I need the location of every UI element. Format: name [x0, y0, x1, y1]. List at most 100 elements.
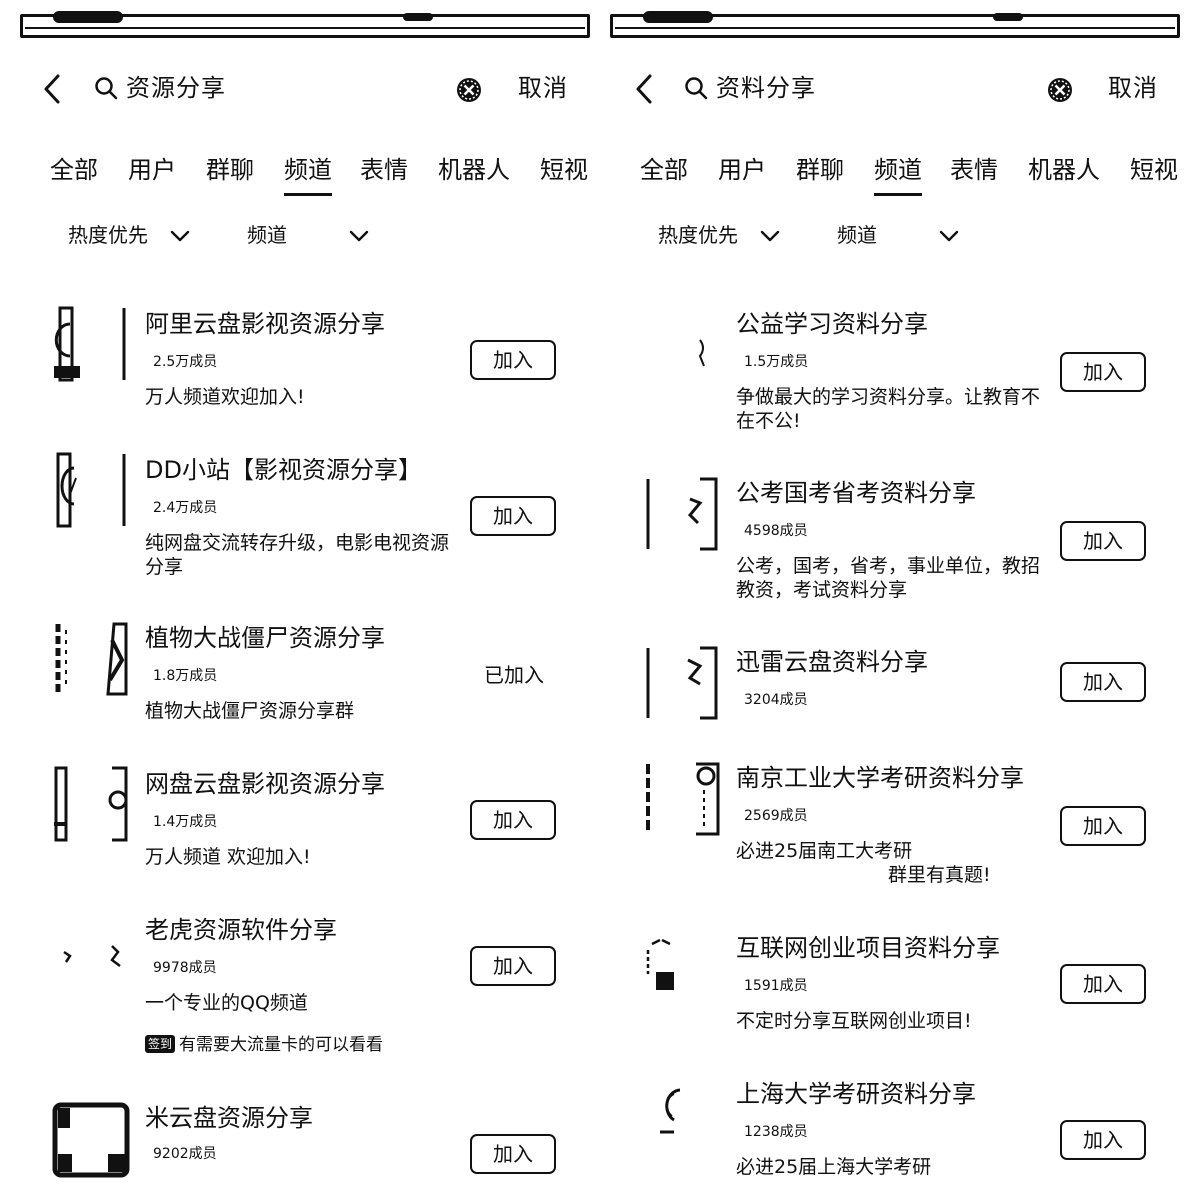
channel-title: 米云盘资源分享: [145, 1104, 313, 1132]
join-button[interactable]: 加入: [1060, 964, 1146, 1004]
channel-title: 互联网创业项目资料分享: [736, 934, 1000, 962]
tag-text: 有需要大流量卡的可以看看: [179, 1035, 384, 1055]
channel-description: 不定时分享互联网创业项目!: [736, 1010, 972, 1032]
channel-avatar: [646, 938, 674, 990]
channel-avatar: [698, 339, 705, 367]
joined-status: 已加入: [484, 663, 544, 687]
chevron-down-icon[interactable]: [758, 224, 782, 248]
channel-description: 植物大战僵尸资源分享群: [145, 700, 355, 722]
channel-avatar: [56, 452, 126, 528]
left-search-panel: 资源分享 取消 全部 用户 群聊 频道 表情 机器人 短视 热度优先 频道 阿里…: [0, 0, 590, 1200]
channel-title: 公考国考省考资料分享: [736, 479, 976, 507]
channel-description-line2: 群里有真题!: [888, 864, 991, 886]
channel-title: 迅雷云盘资料分享: [736, 648, 928, 676]
channel-avatar: [52, 1102, 130, 1178]
back-arrow-icon[interactable]: [630, 72, 660, 106]
channel-title: 公益学习资料分享: [736, 310, 928, 338]
channel-avatar: [54, 306, 126, 382]
tab-users[interactable]: 用户: [718, 150, 766, 190]
tab-channels[interactable]: 频道: [874, 150, 922, 196]
channel-description: 必进25届南工大考研: [736, 840, 913, 862]
sort-filter[interactable]: 热度优先: [658, 220, 738, 250]
chevron-down-icon[interactable]: [347, 224, 371, 248]
join-button[interactable]: 加入: [470, 800, 556, 840]
channel-title: 网盘云盘影视资源分享: [145, 770, 385, 798]
type-filter[interactable]: 频道: [247, 220, 287, 250]
sort-filter[interactable]: 热度优先: [68, 220, 148, 250]
tab-users[interactable]: 用户: [128, 150, 176, 190]
channel-description: 一个专业的QQ频道: [145, 992, 308, 1014]
channel-description: 万人频道欢迎加入!: [145, 386, 305, 408]
tab-bots[interactable]: 机器人: [1028, 150, 1100, 190]
filter-bar: 热度优先 频道: [0, 220, 590, 256]
search-bar: 资料分享 取消: [610, 62, 1200, 116]
tab-stickers[interactable]: 表情: [360, 150, 408, 190]
join-button[interactable]: 加入: [1060, 806, 1146, 846]
join-button[interactable]: 加入: [470, 1134, 556, 1174]
member-count: 1.8万成员: [153, 668, 218, 684]
member-count: 9202成员: [153, 1146, 217, 1162]
member-count: 4598成员: [744, 523, 808, 539]
channel-avatar: [660, 1088, 681, 1134]
member-count: 9978成员: [153, 960, 217, 976]
search-input[interactable]: 资料分享: [716, 72, 816, 104]
channel-description: 万人频道 欢迎加入!: [145, 846, 311, 868]
type-filter[interactable]: 频道: [837, 220, 877, 250]
channel-title: 南京工业大学考研资料分享: [736, 764, 1024, 792]
tab-short-video[interactable]: 短视: [540, 150, 588, 190]
channel-avatar: [646, 762, 720, 836]
right-search-panel: 资料分享 取消 全部 用户 群聊 频道 表情 机器人 短视 热度优先 频道 公益…: [610, 0, 1200, 1200]
member-count: 2569成员: [744, 808, 808, 824]
join-button[interactable]: 加入: [1060, 521, 1146, 561]
cancel-button[interactable]: 取消: [1108, 72, 1158, 104]
tab-all[interactable]: 全部: [50, 150, 98, 190]
channel-tag-line: 签到 有需要大流量卡的可以看看: [145, 1033, 383, 1057]
tab-group-chats[interactable]: 群聊: [206, 150, 254, 190]
search-input[interactable]: 资源分享: [126, 72, 226, 104]
channel-avatar: [646, 646, 718, 720]
tab-channels[interactable]: 频道: [284, 150, 332, 196]
status-bar: [610, 11, 1180, 38]
channel-title: 阿里云盘影视资源分享: [145, 310, 385, 338]
channel-title: DD小站【影视资源分享】: [145, 456, 422, 484]
filter-bar: 热度优先 频道: [610, 220, 1200, 256]
channel-avatar: [55, 622, 128, 696]
member-count: 1238成员: [744, 1124, 808, 1140]
channel-description: 必进25届上海大学考研: [736, 1156, 932, 1178]
cancel-button[interactable]: 取消: [518, 72, 568, 104]
join-button[interactable]: 加入: [1060, 662, 1146, 702]
back-arrow-icon[interactable]: [38, 72, 68, 106]
tab-short-video[interactable]: 短视: [1130, 150, 1178, 190]
tab-stickers[interactable]: 表情: [950, 150, 998, 190]
member-count: 3204成员: [744, 692, 808, 708]
channel-avatar: [63, 945, 121, 967]
category-tabs: 全部 用户 群聊 频道 表情 机器人 短视: [0, 150, 590, 200]
tab-group-chats[interactable]: 群聊: [796, 150, 844, 190]
search-icon: [95, 77, 118, 100]
tab-bots[interactable]: 机器人: [438, 150, 510, 190]
member-count: 1.5万成员: [744, 354, 809, 370]
channel-title: 上海大学考研资料分享: [736, 1080, 976, 1108]
member-count: 2.5万成员: [153, 354, 218, 370]
join-button[interactable]: 加入: [470, 340, 556, 380]
join-button[interactable]: 加入: [470, 496, 556, 536]
join-button[interactable]: 加入: [1060, 1120, 1146, 1160]
clear-icon[interactable]: [455, 76, 483, 104]
channel-avatar: [54, 766, 128, 842]
join-button[interactable]: 加入: [1060, 352, 1146, 392]
channel-description: 公考，国考，省考，事业单位，教招教资，考试资料分享: [736, 555, 1041, 601]
member-count: 2.4万成员: [153, 500, 218, 516]
channel-title: 植物大战僵尸资源分享: [145, 624, 385, 652]
status-bar: [20, 11, 590, 38]
tag-badge: 签到: [145, 1035, 176, 1053]
channel-avatar: [646, 477, 718, 551]
channel-title: 老虎资源软件分享: [145, 916, 337, 944]
category-tabs: 全部 用户 群聊 频道 表情 机器人 短视: [610, 150, 1200, 200]
clear-icon[interactable]: [1046, 76, 1074, 104]
chevron-down-icon[interactable]: [168, 224, 192, 248]
tab-all[interactable]: 全部: [640, 150, 688, 190]
search-bar: 资源分享 取消: [0, 62, 590, 116]
channel-description: 争做最大的学习资料分享。让教育不在不公!: [736, 386, 1041, 432]
join-button[interactable]: 加入: [470, 946, 556, 986]
chevron-down-icon[interactable]: [937, 224, 961, 248]
